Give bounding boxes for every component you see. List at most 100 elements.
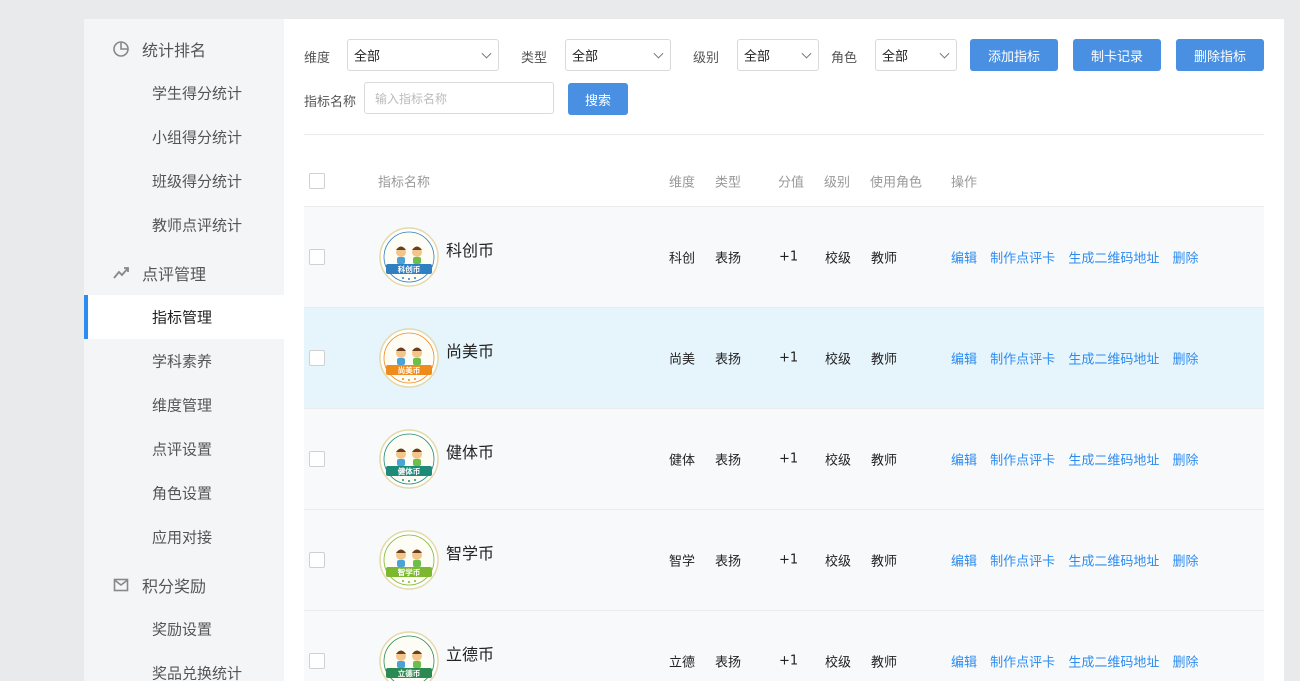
chevron-down-icon — [653, 48, 664, 59]
chevron-down-icon — [481, 48, 492, 59]
card-record-button[interactable]: 制卡记录 — [1073, 39, 1161, 71]
cell-dimension: 立德 — [669, 655, 696, 671]
row-checkbox[interactable] — [309, 653, 325, 669]
delete-link[interactable]: 删除 — [1172, 656, 1198, 671]
sidebar-item-review-settings[interactable]: 点评设置 — [84, 427, 284, 471]
coin-badge-icon: 立德币 — [379, 631, 439, 681]
make-card-link[interactable]: 制作点评卡 — [990, 656, 1055, 671]
cell-dimension: 科创 — [669, 251, 696, 267]
table-row[interactable]: 智学币 智学币 智学 表扬 +1 校级 教师 编辑 制作点评卡 生成二维码地址 … — [304, 510, 1264, 611]
cell-dimension: 健体 — [669, 453, 696, 469]
generate-qr-link[interactable]: 生成二维码地址 — [1068, 252, 1159, 267]
sidebar-item-prize-redemption[interactable]: 奖品兑换统计 — [84, 651, 284, 681]
edit-link[interactable]: 编辑 — [951, 555, 977, 570]
row-checkbox[interactable] — [309, 249, 325, 265]
make-card-link[interactable]: 制作点评卡 — [990, 454, 1055, 469]
row-checkbox[interactable] — [309, 350, 325, 366]
coin-badge-icon: 智学币 — [379, 530, 439, 590]
table-row[interactable]: 尚美币 尚美币 尚美 表扬 +1 校级 教师 编辑 制作点评卡 生成二维码地址 … — [304, 308, 1264, 409]
generate-qr-link[interactable]: 生成二维码地址 — [1068, 656, 1159, 671]
column-header-level: 级别 — [824, 175, 851, 190]
delete-indicator-button[interactable]: 删除指标 — [1176, 39, 1264, 71]
search-button[interactable]: 搜索 — [568, 83, 628, 115]
cell-dimension: 智学 — [669, 554, 696, 570]
indicator-name: 立德币 — [446, 645, 495, 664]
indicator-name: 尚美币 — [446, 342, 495, 361]
content-panel: 统计排名 学生得分统计 小组得分统计 班级得分统计 教师点评统计 点评管理 指标… — [84, 19, 1284, 681]
sidebar-item-subject-literacy[interactable]: 学科素养 — [84, 339, 284, 383]
cell-score: +1 — [779, 653, 799, 669]
row-actions: 编辑 制作点评卡 生成二维码地址 删除 — [951, 248, 1207, 267]
edit-link[interactable]: 编辑 — [951, 454, 977, 469]
sidebar-item-class-score[interactable]: 班级得分统计 — [84, 159, 284, 203]
row-checkbox[interactable] — [309, 552, 325, 568]
cell-level: 校级 — [825, 352, 852, 368]
delete-link[interactable]: 删除 — [1172, 353, 1198, 368]
cell-role: 教师 — [871, 251, 898, 267]
badge-text: 智学币 — [398, 567, 421, 577]
level-select[interactable]: 全部 — [737, 39, 819, 71]
row-actions: 编辑 制作点评卡 生成二维码地址 删除 — [951, 349, 1207, 368]
column-header-type: 类型 — [715, 175, 742, 190]
cell-type: 表扬 — [715, 554, 742, 570]
edit-link[interactable]: 编辑 — [951, 353, 977, 368]
sidebar-item-reward-settings[interactable]: 奖励设置 — [84, 607, 284, 651]
edit-link[interactable]: 编辑 — [951, 252, 977, 267]
add-indicator-button[interactable]: 添加指标 — [970, 39, 1058, 71]
make-card-link[interactable]: 制作点评卡 — [990, 252, 1055, 267]
indicator-name-input[interactable]: 输入指标名称 — [364, 82, 554, 114]
generate-qr-link[interactable]: 生成二维码地址 — [1068, 555, 1159, 570]
indicator-name-label: 指标名称 — [304, 95, 357, 110]
make-card-link[interactable]: 制作点评卡 — [990, 555, 1055, 570]
sidebar-item-dimension-management[interactable]: 维度管理 — [84, 383, 284, 427]
make-card-link[interactable]: 制作点评卡 — [990, 353, 1055, 368]
cell-score: +1 — [779, 350, 799, 366]
table-row[interactable]: 科创币 科创币 科创 表扬 +1 校级 教师 编辑 制作点评卡 生成二维码地址 … — [304, 207, 1264, 308]
sidebar-item-teacher-review[interactable]: 教师点评统计 — [84, 203, 284, 247]
type-select[interactable]: 全部 — [565, 39, 671, 71]
generate-qr-link[interactable]: 生成二维码地址 — [1068, 454, 1159, 469]
sidebar-group-label: 积分奖励 — [142, 577, 207, 596]
cell-role: 教师 — [871, 554, 898, 570]
mail-icon — [113, 578, 129, 592]
sidebar-item-student-score[interactable]: 学生得分统计 — [84, 71, 284, 115]
sidebar-group-review[interactable]: 点评管理 — [84, 251, 284, 295]
column-header-name: 指标名称 — [378, 175, 431, 190]
table-row[interactable]: 健体币 健体币 健体 表扬 +1 校级 教师 编辑 制作点评卡 生成二维码地址 … — [304, 409, 1264, 510]
sidebar-group-rewards[interactable]: 积分奖励 — [84, 563, 284, 607]
dimension-select[interactable]: 全部 — [347, 39, 499, 71]
row-checkbox[interactable] — [309, 451, 325, 467]
sidebar-group-stats[interactable]: 统计排名 — [84, 27, 284, 71]
cell-score: +1 — [779, 552, 799, 568]
cell-level: 校级 — [825, 655, 852, 671]
cell-level: 校级 — [825, 251, 852, 267]
badge-text: 科创币 — [398, 264, 421, 274]
indicator-name: 科创币 — [446, 241, 495, 260]
sidebar-group-label: 点评管理 — [142, 265, 207, 284]
row-actions: 编辑 制作点评卡 生成二维码地址 删除 — [951, 652, 1207, 671]
generate-qr-link[interactable]: 生成二维码地址 — [1068, 353, 1159, 368]
type-label: 类型 — [521, 51, 548, 66]
sidebar-group-label: 统计排名 — [142, 41, 207, 60]
select-all-checkbox[interactable] — [309, 172, 325, 189]
column-header-role: 使用角色 — [870, 175, 923, 190]
edit-link[interactable]: 编辑 — [951, 656, 977, 671]
sidebar-item-app-integration[interactable]: 应用对接 — [84, 515, 284, 559]
divider — [304, 134, 1264, 135]
cell-level: 校级 — [825, 554, 852, 570]
delete-link[interactable]: 删除 — [1172, 555, 1198, 570]
sidebar-item-role-settings[interactable]: 角色设置 — [84, 471, 284, 515]
delete-link[interactable]: 删除 — [1172, 252, 1198, 267]
cell-type: 表扬 — [715, 251, 742, 267]
chevron-down-icon — [939, 48, 950, 59]
badge-text: 健体币 — [398, 466, 421, 476]
cell-role: 教师 — [871, 453, 898, 469]
role-select[interactable]: 全部 — [875, 39, 957, 71]
sidebar-item-group-score[interactable]: 小组得分统计 — [84, 115, 284, 159]
delete-link[interactable]: 删除 — [1172, 454, 1198, 469]
table-row[interactable]: 立德币 立德币 立德 表扬 +1 校级 教师 编辑 制作点评卡 生成二维码地址 … — [304, 611, 1264, 681]
sidebar-item-indicator-management[interactable]: 指标管理 — [84, 295, 284, 339]
cell-type: 表扬 — [715, 655, 742, 671]
indicator-name: 智学币 — [446, 544, 495, 563]
sidebar: 统计排名 学生得分统计 小组得分统计 班级得分统计 教师点评统计 点评管理 指标… — [84, 19, 284, 681]
